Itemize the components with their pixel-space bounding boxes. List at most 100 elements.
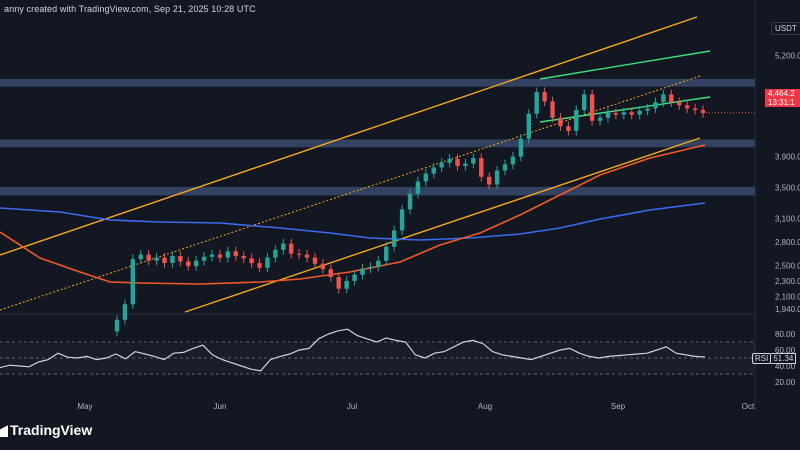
zone-1 <box>0 139 755 148</box>
last-price-value: 4,464.2 <box>768 89 795 98</box>
candle-body <box>621 112 627 115</box>
tradingview-logo[interactable]: TradingView <box>0 422 92 438</box>
candle-body <box>645 108 650 111</box>
candle-body <box>574 109 579 131</box>
candle-body <box>170 256 175 264</box>
candle-body <box>629 112 634 115</box>
candle-body <box>534 92 539 114</box>
candle-body <box>479 158 484 177</box>
rsi-band <box>0 342 755 374</box>
candle-body <box>368 266 373 269</box>
zone-0 <box>0 78 755 87</box>
candle-body <box>122 304 128 320</box>
candle-body <box>289 243 294 254</box>
candle-body <box>447 158 452 163</box>
candle-body <box>201 256 207 261</box>
currency-unit-badge[interactable]: USDT <box>771 22 800 35</box>
candle-body <box>558 117 563 127</box>
candle-body <box>162 257 167 264</box>
candle-body <box>138 254 143 260</box>
price-tick-label: 2,100.0 <box>775 292 800 301</box>
price-tick-label: 5,200.0 <box>775 52 800 61</box>
ma-blue-line <box>0 202 706 241</box>
candle-body <box>526 113 531 139</box>
price-tick-label: 3,500.0 <box>775 184 800 193</box>
candle-body <box>304 254 310 258</box>
candle-body <box>471 158 476 164</box>
candle-body <box>407 193 413 210</box>
candle-body <box>384 246 389 261</box>
price-tick-label: 2,300.0 <box>775 277 800 286</box>
rsi-tick-label: 20.00 <box>775 378 796 387</box>
price-tick-label: 2,500.0 <box>775 261 800 270</box>
time-axis-label: May <box>77 402 92 411</box>
candle-body <box>146 254 151 261</box>
candle-body <box>186 261 191 267</box>
candle-body <box>225 251 231 258</box>
candle-body <box>296 253 302 255</box>
candle-body <box>637 110 642 115</box>
candle-body <box>344 280 349 289</box>
candle-body <box>312 257 318 264</box>
candle-body <box>265 257 270 268</box>
candle-body <box>613 113 619 115</box>
candle-body <box>360 268 365 275</box>
price-tick-label: 3,900.0 <box>775 153 800 162</box>
candle-body <box>391 230 397 247</box>
candle-body <box>661 94 666 103</box>
candle-body <box>692 108 698 110</box>
rsi-value-badge: RSI 51.34 <box>752 353 797 364</box>
candle-body <box>605 113 611 118</box>
price-tick-label: 3,100.0 <box>775 215 800 224</box>
candle-body <box>494 170 500 185</box>
price-chart[interactable]: 5,200.04,700.03,900.03,500.03,100.02,800… <box>0 0 800 450</box>
price-tick-label: 2,800.0 <box>775 238 800 247</box>
candle-body <box>589 94 595 121</box>
chart-stage[interactable]: 5,200.04,700.03,900.03,500.03,100.02,800… <box>0 0 800 450</box>
candle-body <box>154 257 159 261</box>
time-axis-label: Aug <box>478 402 492 411</box>
candle-body <box>217 254 223 258</box>
candle-body <box>550 101 555 118</box>
candle-body <box>463 163 468 166</box>
time-axis-label: Jul <box>347 402 357 411</box>
candle-body <box>518 138 524 157</box>
time-axis-label: Oct <box>742 402 755 411</box>
candle-body <box>542 92 547 102</box>
candle-body <box>502 164 508 171</box>
candle-body <box>455 158 460 166</box>
bar-countdown: 13:31:1 <box>768 98 795 107</box>
candle-body <box>376 260 381 267</box>
candle-body <box>653 102 658 109</box>
candles-group <box>114 87 706 337</box>
price-tick-label: 1,940.0 <box>775 305 800 314</box>
chart-attribution: anny created with TradingView.com, Sep 2… <box>4 4 256 14</box>
candle-body <box>431 167 436 174</box>
rsi-value: 51.34 <box>771 353 797 364</box>
wedge-upper-line <box>539 50 711 80</box>
candle-body <box>399 209 405 231</box>
candle-body <box>209 254 215 257</box>
candle-body <box>669 94 674 103</box>
candle-body <box>415 181 421 194</box>
candle-body <box>684 105 690 109</box>
candle-body <box>257 263 262 268</box>
last-price-badge: 4,464.2 13:31:1 <box>765 89 800 107</box>
candle-body <box>114 319 120 332</box>
candle-body <box>281 243 286 250</box>
candle-body <box>178 256 183 262</box>
time-axis-label: Jun <box>214 402 227 411</box>
tradingview-logo-icon <box>0 425 8 438</box>
candle-body <box>328 269 334 278</box>
time-axis-label: Sep <box>611 402 626 411</box>
candle-body <box>566 126 571 131</box>
candle-body <box>439 162 444 168</box>
candle-body <box>423 173 429 182</box>
candle-body <box>336 277 341 289</box>
brand-name: TradingView <box>10 422 93 438</box>
candle-body <box>677 102 682 106</box>
wedge-lower-line <box>539 96 711 123</box>
zone-2 <box>0 186 755 196</box>
candle-body <box>241 256 246 259</box>
ma-red-line <box>0 144 706 285</box>
